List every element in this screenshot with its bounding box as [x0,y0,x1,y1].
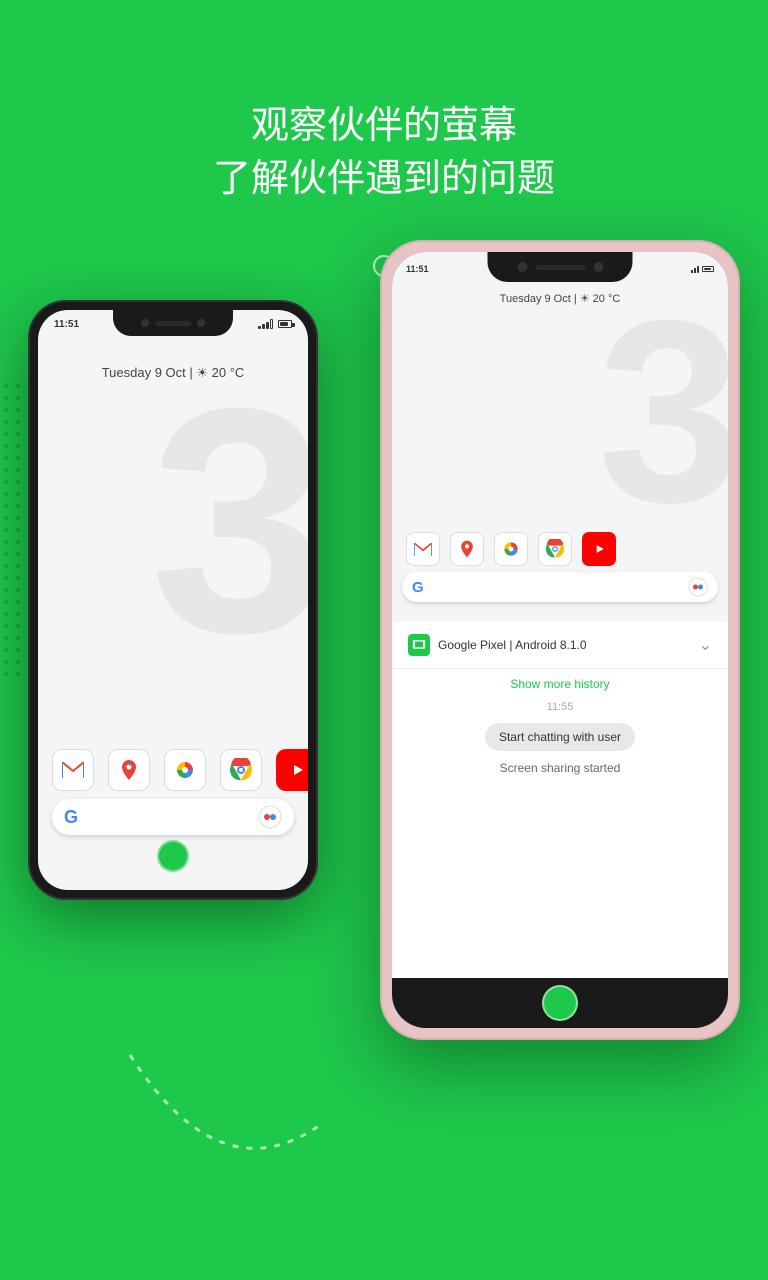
battery-icon-left [278,320,292,328]
chat-panel-chevron-icon[interactable]: ⌄ [699,635,712,655]
youtube-icon-left[interactable] [276,749,308,791]
phone-right-bottom-bar [392,978,728,1028]
gmail-icon-right[interactable] [406,532,440,566]
youtube-icon-right[interactable] [582,532,616,566]
speaker-left [155,321,191,326]
phone-right-inner-time: 11:51 [406,264,429,274]
dotted-arc [100,1045,350,1185]
battery-icon-right-inner [702,266,714,272]
phone-left-home-btn[interactable] [157,840,189,872]
chat-timestamp: 11:55 [408,701,712,713]
phone-right-notch [488,252,633,282]
phone-left-time: 11:51 [54,319,79,330]
gmail-icon-left[interactable] [52,749,94,791]
phone-left-app-row2: G [52,799,294,835]
chat-panel-device-label: Google Pixel | Android 8.1.0 [438,638,691,652]
header-line2: 了解伙伴遇到的问题 [0,153,768,206]
phone-right-shell: 11:51 Tuesday 9 Oct | ☀ 20 °C [380,240,740,1040]
phone-right-inner-screen: 11:51 Tuesday 9 Oct | ☀ 20 °C [392,252,728,632]
phone-right: 11:51 Tuesday 9 Oct | ☀ 20 °C [380,240,740,1040]
header-text: 观察伙伴的萤幕 了解伙伴遇到的问题 [0,100,768,206]
phone-right-inner-status-icons [691,265,714,273]
chat-bubble-start: Start chatting with user [485,723,635,751]
chrome-icon-right[interactable] [538,532,572,566]
chat-system-message: Screen sharing started [408,761,712,775]
chat-panel-device-icon [408,634,430,656]
maps-icon-right[interactable] [450,532,484,566]
phone-left: 11:51 Tuesday 9 Oct | ☀ 20 °C 3 [28,300,318,900]
phone-left-notch [113,310,233,336]
camera-right [517,262,527,272]
show-history-link[interactable]: Show more history [408,677,712,691]
signal-icon-left [258,319,273,329]
speaker-right [535,265,585,270]
phone-right-home-btn[interactable] [542,985,578,1021]
phone-left-app-dock: G [52,749,294,835]
photos-icon-left[interactable] [164,749,206,791]
phone-right-inner-app-row1 [402,532,718,566]
phone-right-screen: 11:51 Tuesday 9 Oct | ☀ 20 °C [392,252,728,1028]
camera-left2 [197,319,205,327]
phone-right-inner-app-icons: G [402,532,718,602]
phone-left-status-icons [258,319,292,329]
chat-body: Show more history 11:55 Start chatting w… [392,669,728,979]
signal-icon-right-inner [691,265,699,273]
phone-left-shell: 11:51 Tuesday 9 Oct | ☀ 20 °C 3 [28,300,318,900]
assistant-icon-left[interactable] [258,805,282,829]
google-g-right: G [412,579,424,596]
google-icon-left[interactable]: G [64,807,78,828]
phone-right-inner-search-bar[interactable]: G [402,572,718,602]
header-line1: 观察伙伴的萤幕 [0,100,768,153]
assistant-icon-right[interactable] [688,577,708,597]
chat-panel: Google Pixel | Android 8.1.0 ⌄ Show more… [392,622,728,1028]
phone-left-screen: 11:51 Tuesday 9 Oct | ☀ 20 °C 3 [38,310,308,890]
chrome-icon-left[interactable] [220,749,262,791]
phone-right-inner-big-three: 3 [597,282,728,542]
phone-left-big-three: 3 [150,360,308,680]
maps-icon-left[interactable] [108,749,150,791]
chat-panel-header: Google Pixel | Android 8.1.0 ⌄ [392,622,728,669]
photos-icon-right[interactable] [494,532,528,566]
camera-right2 [593,262,603,272]
camera-left [141,319,149,327]
phone-left-app-row1 [52,749,294,791]
